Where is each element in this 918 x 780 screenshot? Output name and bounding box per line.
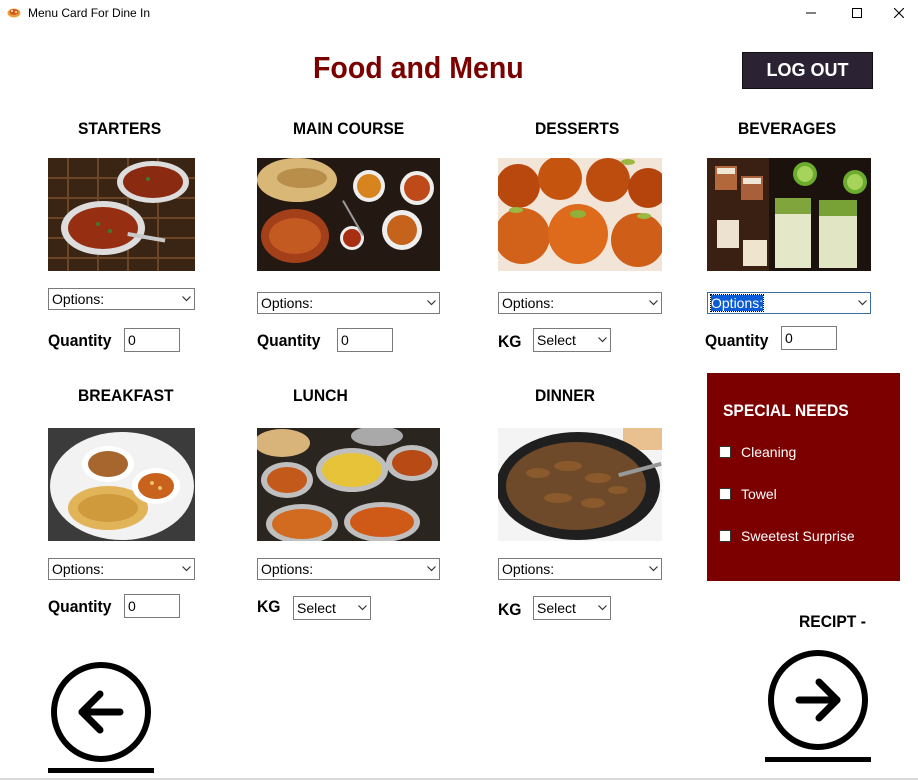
chevron-down-icon (645, 559, 661, 579)
lunch-kg-label: KG (257, 597, 281, 616)
category-title-beverages: BEVERAGES (738, 119, 837, 138)
beverages-quantity-label: Quantity (705, 331, 769, 350)
special-needs-panel: SPECIAL NEEDS Cleaning Towel Sweetest Su… (707, 373, 900, 581)
desserts-options-dropdown[interactable]: Options: (498, 292, 662, 314)
checkbox[interactable] (719, 488, 731, 500)
close-icon (894, 8, 904, 18)
page-title: Food and Menu (313, 50, 524, 85)
special-needs-title: SPECIAL NEEDS (723, 401, 849, 420)
dropdown-value: Options: (261, 561, 314, 577)
main-course-quantity-input[interactable]: 0 (337, 328, 393, 352)
dinner-image (498, 428, 662, 541)
breakfast-options-dropdown[interactable]: Options: (48, 558, 195, 580)
select-value: Select (537, 332, 576, 348)
category-title-desserts: DESSERTS (535, 119, 620, 138)
beverages-options-dropdown[interactable]: Options: (707, 292, 871, 314)
main-course-image (257, 158, 440, 271)
minimize-icon (806, 12, 816, 14)
chevron-down-icon (423, 559, 439, 579)
chevron-down-icon (594, 337, 610, 343)
starters-image (48, 158, 195, 271)
receipt-label: RECIPT - (799, 612, 866, 631)
dropdown-value: Options: (52, 561, 105, 577)
lunch-kg-select[interactable]: Select (293, 596, 371, 620)
logout-button[interactable]: LOG OUT (742, 52, 873, 89)
category-title-breakfast: BREAKFAST (78, 386, 174, 405)
maximize-button[interactable] (834, 0, 880, 26)
category-title-starters: STARTERS (78, 119, 162, 138)
maximize-icon (852, 8, 862, 18)
main-course-quantity-label: Quantity (257, 331, 321, 350)
beverages-image (707, 158, 871, 271)
dropdown-value: Options: (502, 295, 555, 311)
chevron-down-icon (854, 293, 870, 313)
checkbox-label: Sweetest Surprise (741, 528, 855, 544)
checkbox[interactable] (719, 530, 731, 542)
beverages-quantity-input[interactable]: 0 (781, 326, 837, 350)
back-button[interactable] (50, 661, 152, 763)
checkbox-label: Cleaning (741, 444, 797, 460)
next-button[interactable] (767, 649, 869, 751)
dinner-options-dropdown[interactable]: Options: (498, 558, 662, 580)
chevron-down-icon (645, 293, 661, 313)
back-button-underline (48, 768, 154, 773)
starters-options-dropdown[interactable]: Options: (48, 288, 195, 310)
category-title-lunch: LUNCH (293, 386, 348, 405)
dinner-kg-select[interactable]: Select (533, 596, 611, 620)
window-title: Menu Card For Dine In (28, 6, 151, 20)
desserts-kg-select[interactable]: Select (533, 328, 611, 352)
starters-quantity-label: Quantity (48, 331, 112, 350)
next-button-underline (765, 757, 871, 762)
select-value: Select (537, 600, 576, 616)
dropdown-value: Options: (502, 561, 555, 577)
chevron-down-icon (423, 293, 439, 313)
food-plate-icon (7, 8, 21, 18)
breakfast-quantity-input[interactable]: 0 (124, 594, 180, 618)
arrow-left-circle-icon (51, 662, 151, 762)
dropdown-value: Options: (709, 294, 765, 312)
close-button[interactable] (880, 0, 918, 26)
special-need-sweetest-surprise[interactable]: Sweetest Surprise (719, 528, 855, 544)
select-value: Select (297, 600, 336, 616)
checkbox-label: Towel (741, 486, 777, 502)
lunch-options-dropdown[interactable]: Options: (257, 558, 440, 580)
chevron-down-icon (594, 605, 610, 611)
category-title-main-course: MAIN COURSE (293, 119, 405, 138)
dropdown-value: Options: (261, 295, 314, 311)
special-need-cleaning[interactable]: Cleaning (719, 444, 796, 460)
breakfast-image (48, 428, 195, 541)
chevron-down-icon (178, 289, 194, 309)
desserts-image (498, 158, 662, 271)
special-need-towel[interactable]: Towel (719, 486, 777, 502)
chevron-down-icon (178, 559, 194, 579)
dropdown-value: Options: (52, 291, 105, 307)
breakfast-quantity-label: Quantity (48, 597, 112, 616)
category-title-dinner: DINNER (535, 386, 595, 405)
arrow-right-circle-icon (768, 650, 868, 750)
minimize-button[interactable] (788, 0, 834, 26)
dinner-kg-label: KG (498, 600, 522, 619)
main-course-options-dropdown[interactable]: Options: (257, 292, 440, 314)
lunch-image (257, 428, 440, 541)
checkbox[interactable] (719, 446, 731, 458)
window-titlebar: Menu Card For Dine In (0, 0, 918, 26)
starters-quantity-input[interactable]: 0 (124, 328, 180, 352)
chevron-down-icon (354, 605, 370, 611)
desserts-kg-label: KG (498, 332, 522, 351)
